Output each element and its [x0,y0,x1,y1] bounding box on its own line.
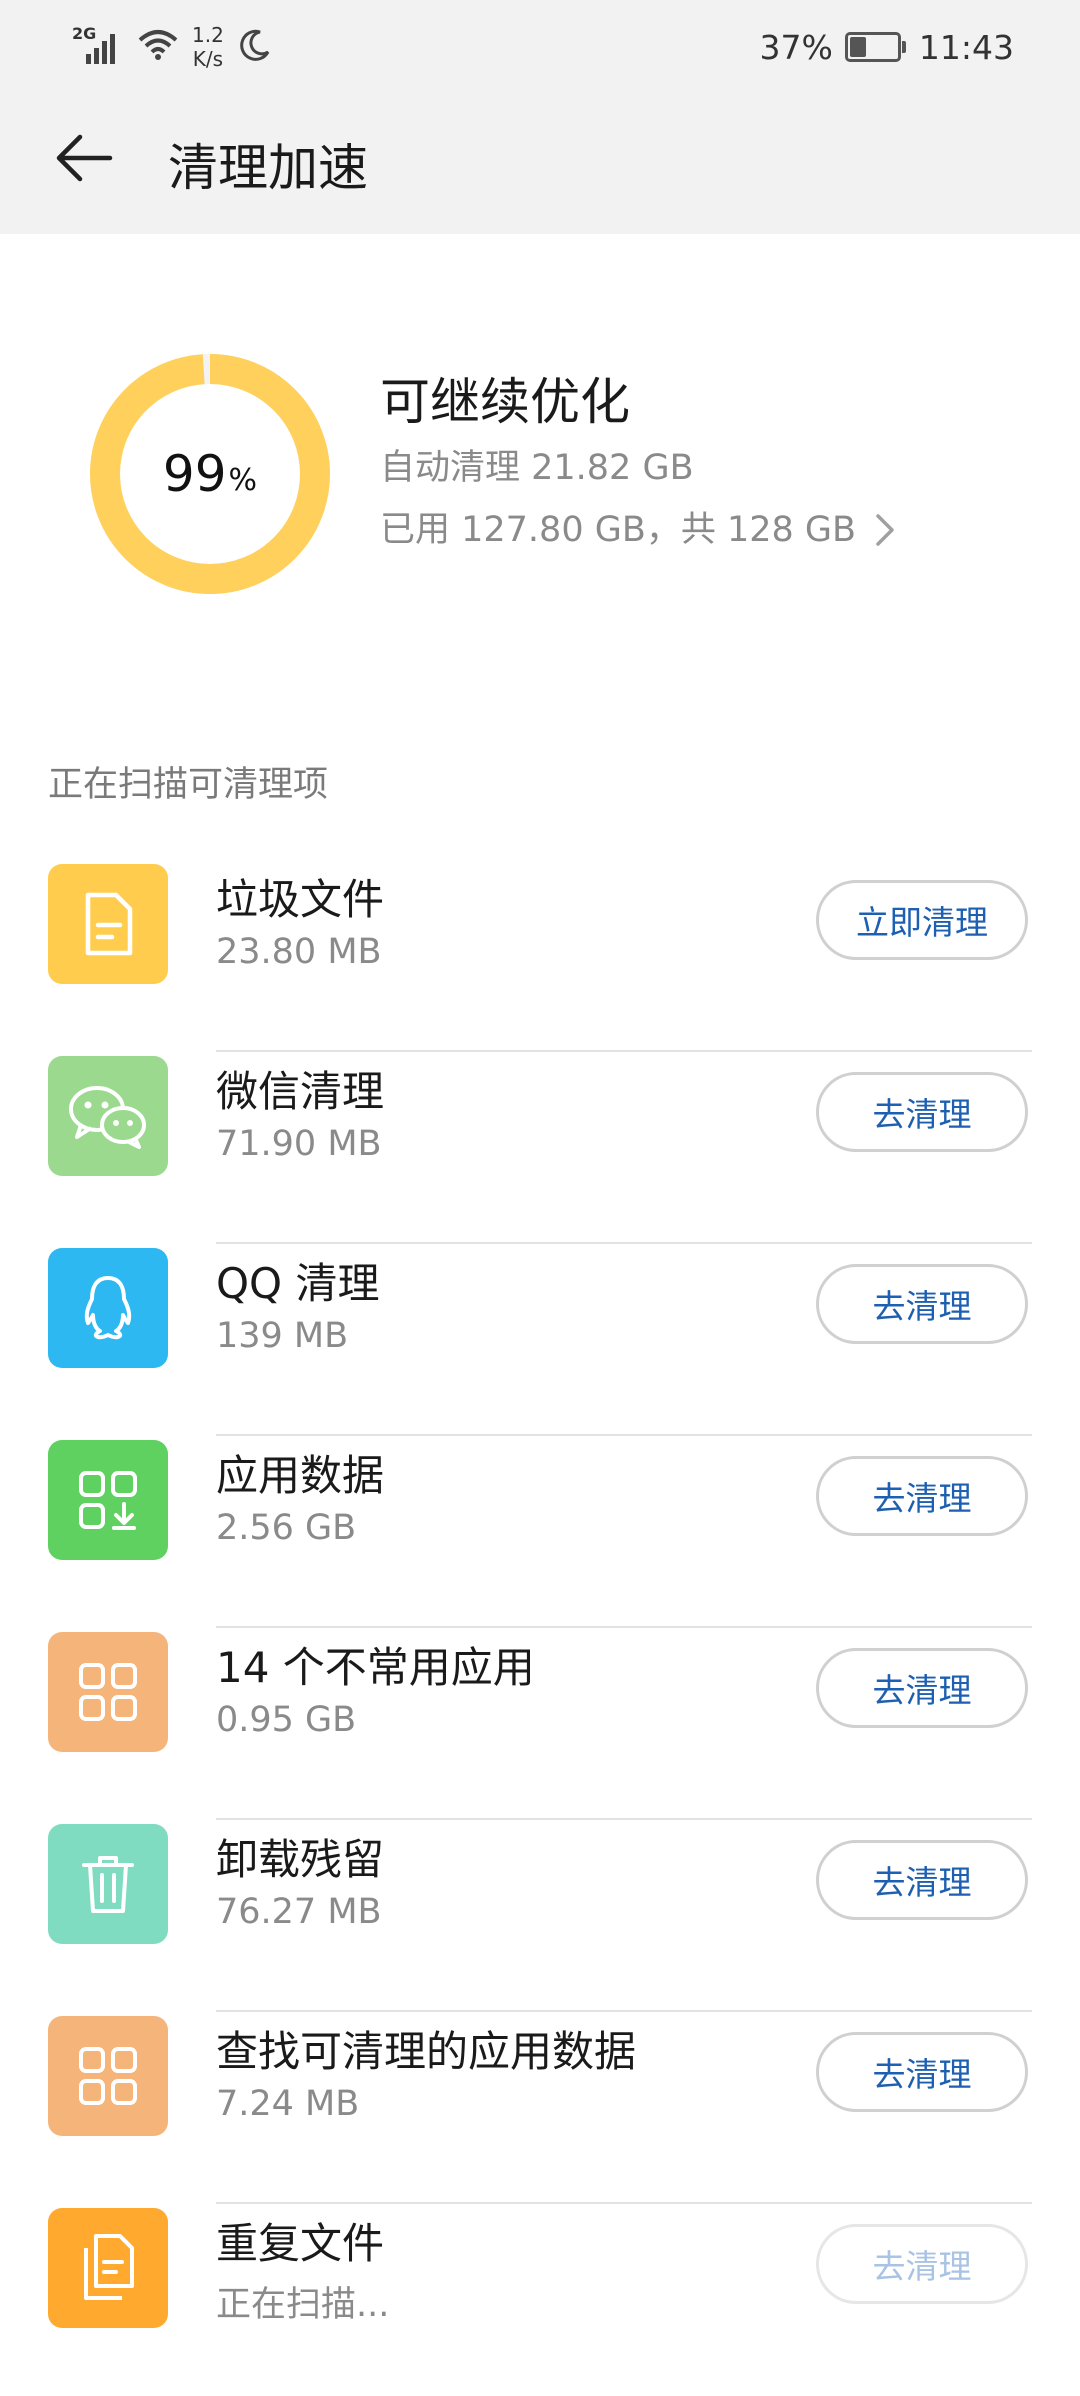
auto-clean-text: 自动清理 21.82 GB [380,448,694,488]
clean-button: 去清理 [816,2224,1028,2304]
apps-grid-icon [48,1632,168,1752]
net-speed-unit: K/s [192,47,224,71]
net-speed: 1.2 K/s [192,23,224,71]
item-size: 0.95 GB [216,1700,357,1740]
item-size: 23.80 MB [216,932,382,972]
section-label: 正在扫描可清理项 [48,765,329,805]
item-title: 重复文件 [216,2219,385,2268]
list-item[interactable]: 查找可清理的应用数据 7.24 MB 去清理 [0,2012,1080,2204]
battery-icon [844,32,906,62]
item-title: 垃圾文件 [216,875,385,924]
document-icon [48,864,168,984]
page-title: 清理加速 [168,139,368,197]
duplicate-files-icon [48,2208,168,2328]
list-item[interactable]: 微信清理 71.90 MB 去清理 [0,1052,1080,1244]
back-arrow-icon [56,134,113,182]
item-title: 查找可清理的应用数据 [216,2027,637,2076]
clean-button[interactable]: 去清理 [816,1840,1028,1920]
progress-value: 99 [162,445,227,503]
ring-label: 99 % [90,354,330,594]
item-size: 2.56 GB [216,1508,357,1548]
item-size: 139 MB [216,1316,349,1356]
summary-title: 可继续优化 [380,373,630,431]
item-title: 微信清理 [216,1067,385,1116]
status-bar: 2G 1.2 K/s 37% 11:43 [0,0,1080,92]
clean-button[interactable]: 去清理 [816,1648,1028,1728]
app-data-icon [48,1440,168,1560]
clock: 11:43 [918,27,1014,67]
list-item[interactable]: 重复文件正在扫描... 去清理 [0,2204,1080,2396]
status-right: 37% 11:43 [760,22,1014,72]
storage-progress-ring: 99 % [90,354,330,594]
list-item[interactable]: QQ 清理 139 MB 去清理 [0,1244,1080,1436]
list-item[interactable]: 垃圾文件 23.80 MB 立即清理 [0,860,1080,1052]
item-size: 正在扫描... [216,2285,390,2325]
item-title: 应用数据 [216,1451,385,1500]
list-item[interactable]: 卸载残留 76.27 MB 去清理 [0,1820,1080,2012]
clean-items-list: 垃圾文件 23.80 MB 立即清理微信清理 71.90 MB 去清理 QQ 清理 139 … [0,860,1080,2396]
status-left: 2G 1.2 K/s [72,22,272,72]
item-title: QQ 清理 [216,1259,380,1308]
qq-penguin-icon [48,1248,168,1368]
clean-button[interactable]: 去清理 [816,2032,1028,2112]
clean-button[interactable]: 去清理 [816,1456,1028,1536]
storage-usage-link[interactable]: 已用 127.80 GB，共 128 GB [380,502,900,558]
signal-icon: 2G [72,24,124,66]
chevron-right-icon [876,514,894,546]
item-title: 14 个不常用应用 [216,1643,535,1692]
clean-button[interactable]: 立即清理 [816,880,1028,960]
item-size: 71.90 MB [216,1124,382,1164]
app-bar: 清理加速 [0,92,1080,234]
back-button[interactable] [44,118,124,198]
list-item[interactable]: 应用数据 2.56 GB 去清理 [0,1436,1080,1628]
top-bar: 2G 1.2 K/s 37% 11:43 清理加速 [0,0,1080,234]
trash-icon [48,1824,168,1944]
item-title: 卸载残留 [216,1835,385,1884]
apps-grid-icon [48,2016,168,2136]
net-speed-value: 1.2 [192,23,224,47]
battery-level [849,37,867,57]
storage-summary: 可继续优化 自动清理 21.82 GB 已用 127.80 GB，共 128 G… [380,370,900,558]
list-item[interactable]: 14 个不常用应用 0.95 GB 去清理 [0,1628,1080,1820]
item-size: 7.24 MB [216,2084,360,2124]
progress-unit: % [228,462,258,498]
clean-button[interactable]: 去清理 [816,1264,1028,1344]
battery-percent: 37% [759,27,833,67]
wifi-icon [138,28,178,66]
item-size: 76.27 MB [216,1892,382,1932]
storage-usage-text: 已用 127.80 GB，共 128 GB [380,510,857,550]
do-not-disturb-moon-icon [238,28,272,66]
clean-button[interactable]: 去清理 [816,1072,1028,1152]
wechat-icon [48,1056,168,1176]
